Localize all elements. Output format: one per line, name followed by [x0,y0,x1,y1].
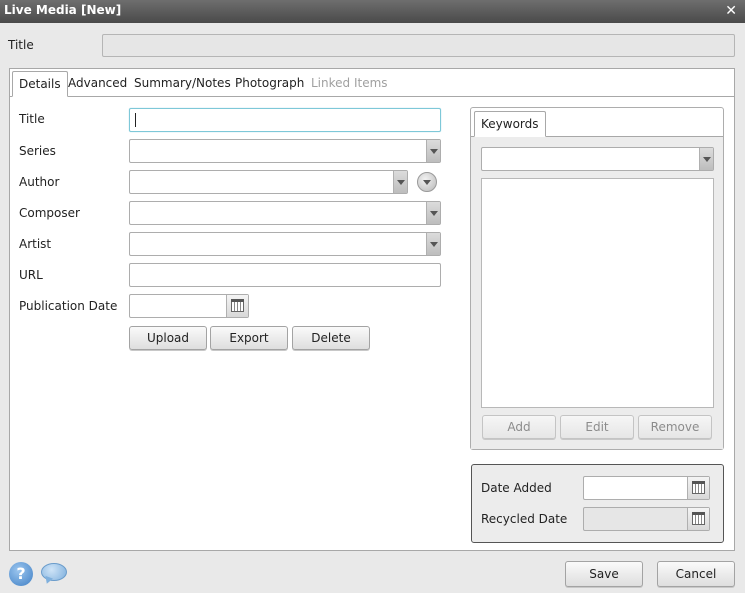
chevron-down-icon[interactable] [426,140,440,162]
date-added-input[interactable] [583,476,710,500]
keywords-list[interactable] [481,178,714,408]
series-dropdown[interactable] [129,139,441,163]
date-added-label: Date Added [481,481,552,495]
tab-photograph[interactable]: Photograph [229,71,310,97]
export-button[interactable]: Export [210,326,288,350]
tab-keywords[interactable]: Keywords [474,111,546,137]
series-label: Series [19,144,56,158]
window-titlebar: Live Media [New] ✕ [0,0,745,23]
save-button[interactable]: Save [565,561,643,587]
url-input[interactable] [129,263,441,287]
header-title-label: Title [8,38,34,52]
composer-dropdown[interactable] [129,201,441,225]
artist-dropdown[interactable] [129,232,441,256]
chevron-down-icon[interactable] [699,148,713,170]
publication-date-input[interactable] [129,294,249,318]
edit-keyword-button[interactable]: Edit [560,415,634,439]
delete-button[interactable]: Delete [292,326,370,350]
keywords-dropdown[interactable] [481,147,714,171]
window-title: Live Media [New] [4,3,122,17]
tab-advanced[interactable]: Advanced [62,71,133,97]
header-title-field [102,34,735,57]
remove-keyword-button[interactable]: Remove [638,415,712,439]
chevron-down-icon[interactable] [426,233,440,255]
author-dropdown[interactable] [129,170,408,194]
calendar-icon[interactable] [687,508,709,530]
recycled-date-label: Recycled Date [481,512,568,526]
artist-label: Artist [19,237,52,251]
author-options-icon[interactable] [417,172,437,192]
chevron-down-icon[interactable] [393,171,407,193]
tab-summary-notes[interactable]: Summary/Notes [128,71,237,97]
calendar-icon[interactable] [226,295,248,317]
tab-linked-items: Linked Items [311,76,388,90]
recycled-date-input [583,507,710,531]
help-icon[interactable]: ? [9,562,33,586]
add-keyword-button[interactable]: Add [482,415,556,439]
upload-button[interactable]: Upload [129,326,207,350]
chevron-down-icon[interactable] [426,202,440,224]
close-icon[interactable]: ✕ [725,3,737,19]
publication-date-label: Publication Date [19,299,118,313]
text-caret [135,113,136,127]
composer-label: Composer [19,206,80,220]
tab-details[interactable]: Details [12,71,68,97]
title-input[interactable] [129,108,441,132]
title-label: Title [19,112,45,126]
url-label: URL [19,268,43,282]
chat-bubble-icon[interactable] [41,563,67,586]
author-label: Author [19,175,60,189]
calendar-icon[interactable] [687,477,709,499]
cancel-button[interactable]: Cancel [657,561,735,587]
